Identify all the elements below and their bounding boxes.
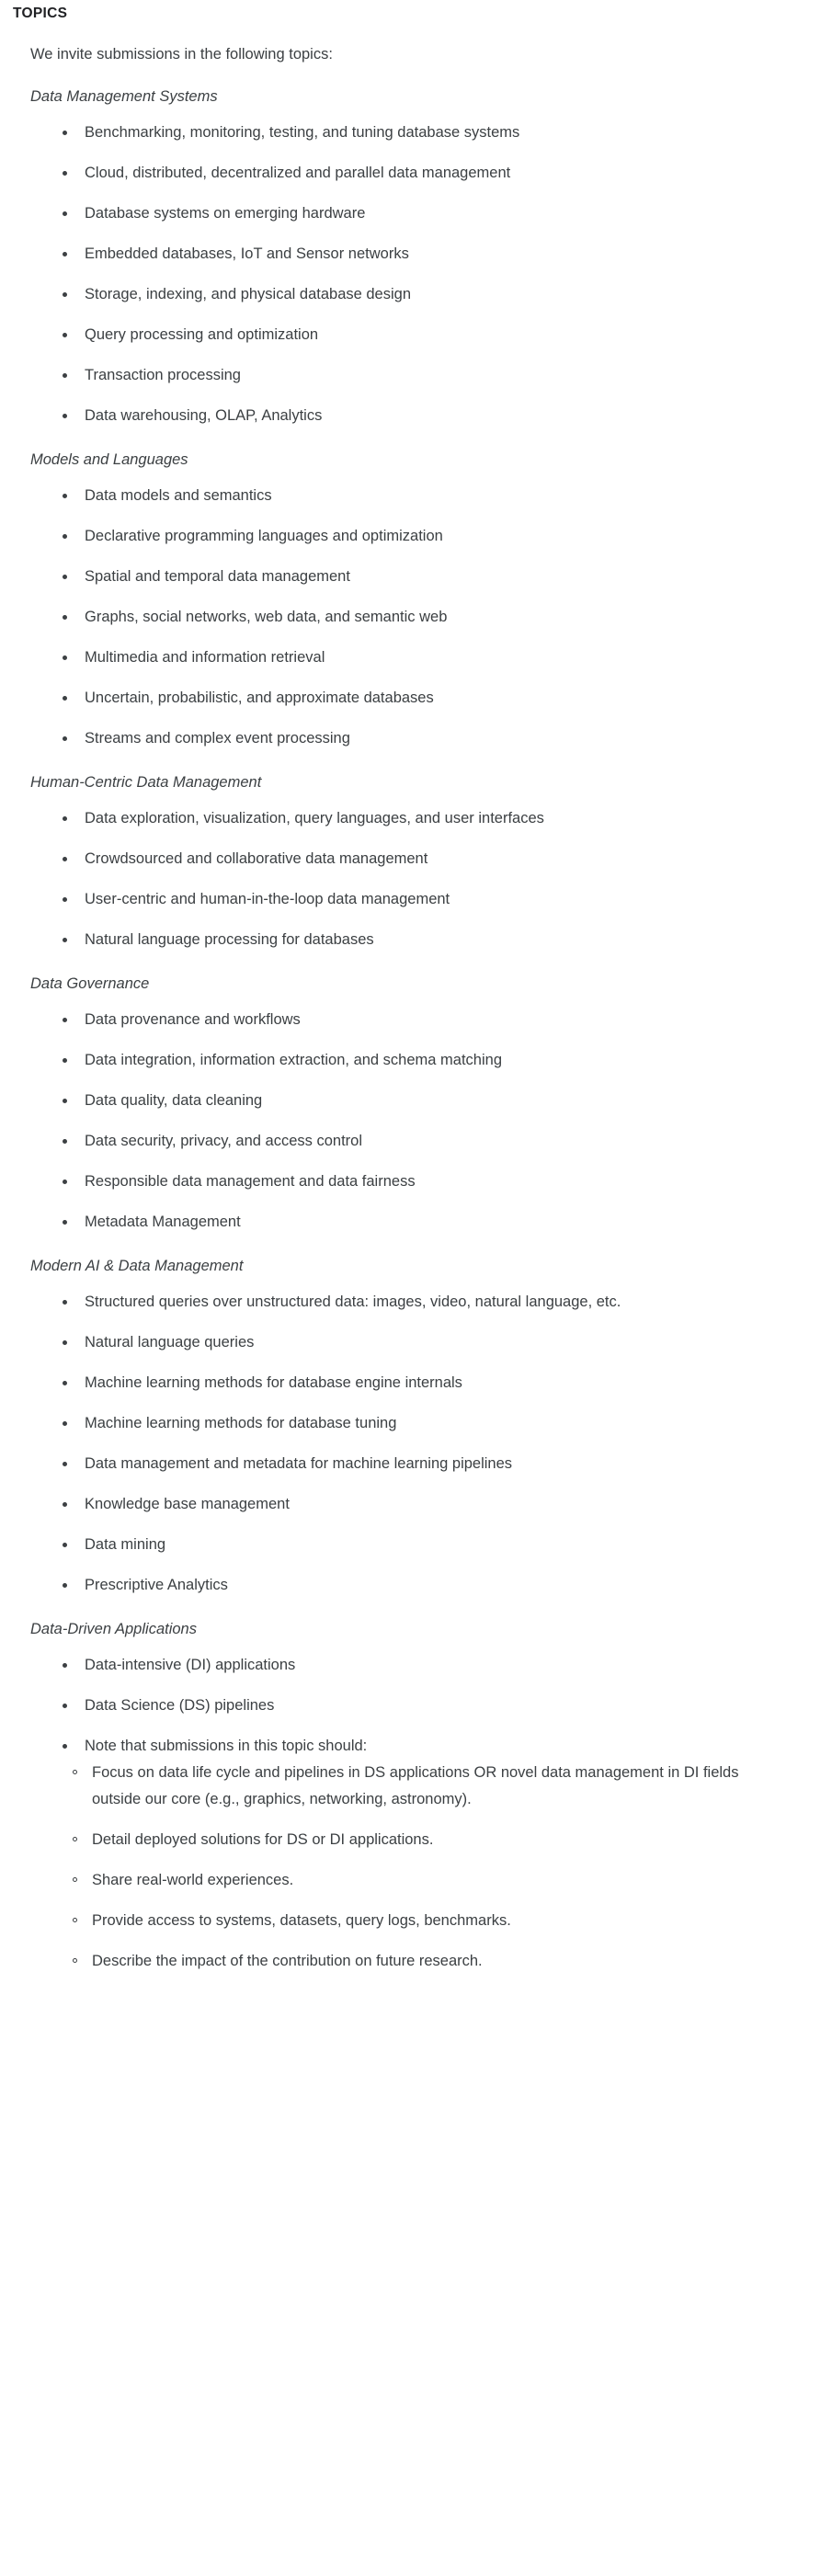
topic-item: Prescriptive Analytics (0, 1572, 832, 1599)
topic-item: Data exploration, visualization, query l… (0, 805, 832, 832)
topic-item: Declarative programming languages and op… (0, 523, 832, 550)
topic-item: Multimedia and information retrieval (0, 644, 832, 671)
topic-sub-item: Focus on data life cycle and pipelines i… (0, 1760, 832, 1813)
topic-section: Human-Centric Data Management Data explor… (0, 752, 832, 953)
topic-section: Models and Languages Data models and sema… (0, 429, 832, 752)
topic-sub-list: Focus on data life cycle and pipelines i… (0, 1760, 832, 1975)
topic-item: Graphs, social networks, web data, and s… (0, 604, 832, 631)
section-heading: Models and Languages (30, 451, 188, 468)
topic-item: Benchmarking, monitoring, testing, and t… (0, 120, 832, 146)
topic-item: Data security, privacy, and access contr… (0, 1128, 832, 1155)
topic-item: Knowledge base management (0, 1491, 832, 1518)
topic-item: Natural language queries (0, 1329, 832, 1356)
intro-paragraph: We invite submissions in the following t… (30, 46, 333, 63)
topic-item: Database systems on emerging hardware (0, 200, 832, 227)
topic-item: Embedded databases, IoT and Sensor netwo… (0, 241, 832, 268)
topic-item: User-centric and human-in-the-loop data … (0, 886, 832, 913)
topic-item: Note that submissions in this topic shou… (0, 1733, 832, 1760)
section-heading: Data Governance (30, 975, 150, 992)
topic-section: Data Management Systems Benchmarking, mon… (0, 66, 832, 429)
topic-item: Spatial and temporal data management (0, 564, 832, 590)
topic-list: Data provenance and workflows Data integr… (0, 996, 832, 1236)
topic-section: Data-Driven Applications Data-intensive (… (0, 1599, 832, 1975)
topic-sub-item: Detail deployed solutions for DS or DI a… (0, 1827, 832, 1853)
topic-item: Natural language processing for database… (0, 927, 832, 953)
topic-sub-item: Provide access to systems, datasets, que… (0, 1908, 832, 1934)
topic-item: Data Science (DS) pipelines (0, 1693, 832, 1719)
topic-list: Data-intensive (DI) applications Data Sci… (0, 1641, 832, 1760)
topic-item: Data-intensive (DI) applications (0, 1652, 832, 1679)
topic-item: Data management and metadata for machine… (0, 1451, 832, 1477)
topic-item: Storage, indexing, and physical database… (0, 281, 832, 308)
topic-item: Data quality, data cleaning (0, 1088, 832, 1114)
topic-item: Responsible data management and data fai… (0, 1168, 832, 1195)
section-heading: Data-Driven Applications (30, 1621, 197, 1637)
topic-section: Modern AI & Data Management Structured qu… (0, 1236, 832, 1599)
topic-item: Crowdsourced and collaborative data mana… (0, 846, 832, 872)
topic-item: Data mining (0, 1532, 832, 1558)
topic-item: Streams and complex event processing (0, 725, 832, 752)
topic-item: Metadata Management (0, 1209, 832, 1236)
topic-item: Uncertain, probabilistic, and approximat… (0, 685, 832, 712)
topic-item: Data provenance and workflows (0, 1007, 832, 1033)
topics-page: TOPICS We invite submissions in the foll… (0, 0, 832, 1975)
sections-container: Data Management Systems Benchmarking, mon… (0, 66, 832, 1975)
topic-item: Query processing and optimization (0, 322, 832, 348)
topic-sub-item: Describe the impact of the contribution … (0, 1948, 832, 1975)
section-heading: Human-Centric Data Management (30, 774, 262, 791)
topic-list: Benchmarking, monitoring, testing, and t… (0, 108, 832, 429)
section-heading: Data Management Systems (30, 88, 218, 105)
topic-item: Structured queries over unstructured dat… (0, 1289, 832, 1316)
topic-item: Data warehousing, OLAP, Analytics (0, 403, 832, 429)
page-title: TOPICS (13, 6, 68, 21)
topic-sub-item: Share real-world experiences. (0, 1867, 832, 1894)
topic-item: Data models and semantics (0, 483, 832, 509)
topic-list: Structured queries over unstructured dat… (0, 1278, 832, 1599)
topic-item: Cloud, distributed, decentralized and pa… (0, 160, 832, 187)
topic-item: Machine learning methods for database tu… (0, 1410, 832, 1437)
topic-list: Data models and semantics Declarative pro… (0, 472, 832, 752)
topic-section: Data Governance Data provenance and workf… (0, 953, 832, 1236)
topic-list: Data exploration, visualization, query l… (0, 794, 832, 953)
topic-item: Data integration, information extraction… (0, 1047, 832, 1074)
topic-item: Transaction processing (0, 362, 832, 389)
topic-item: Machine learning methods for database en… (0, 1370, 832, 1396)
section-heading: Modern AI & Data Management (30, 1258, 244, 1274)
